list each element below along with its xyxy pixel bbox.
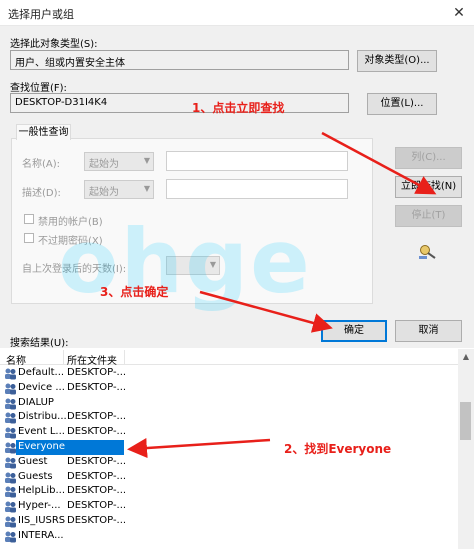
arrow-to-find-now (321, 131, 437, 195)
annotation-step2: 2、找到Everyone (284, 442, 392, 456)
annotation-step3: 3、点击确定 (100, 285, 169, 299)
annotation-layer (127, 131, 437, 459)
annotation-step1: 1、点击立即查找 (192, 101, 285, 115)
arrow-to-everyone (127, 438, 271, 459)
arrow-to-ok (199, 290, 333, 333)
